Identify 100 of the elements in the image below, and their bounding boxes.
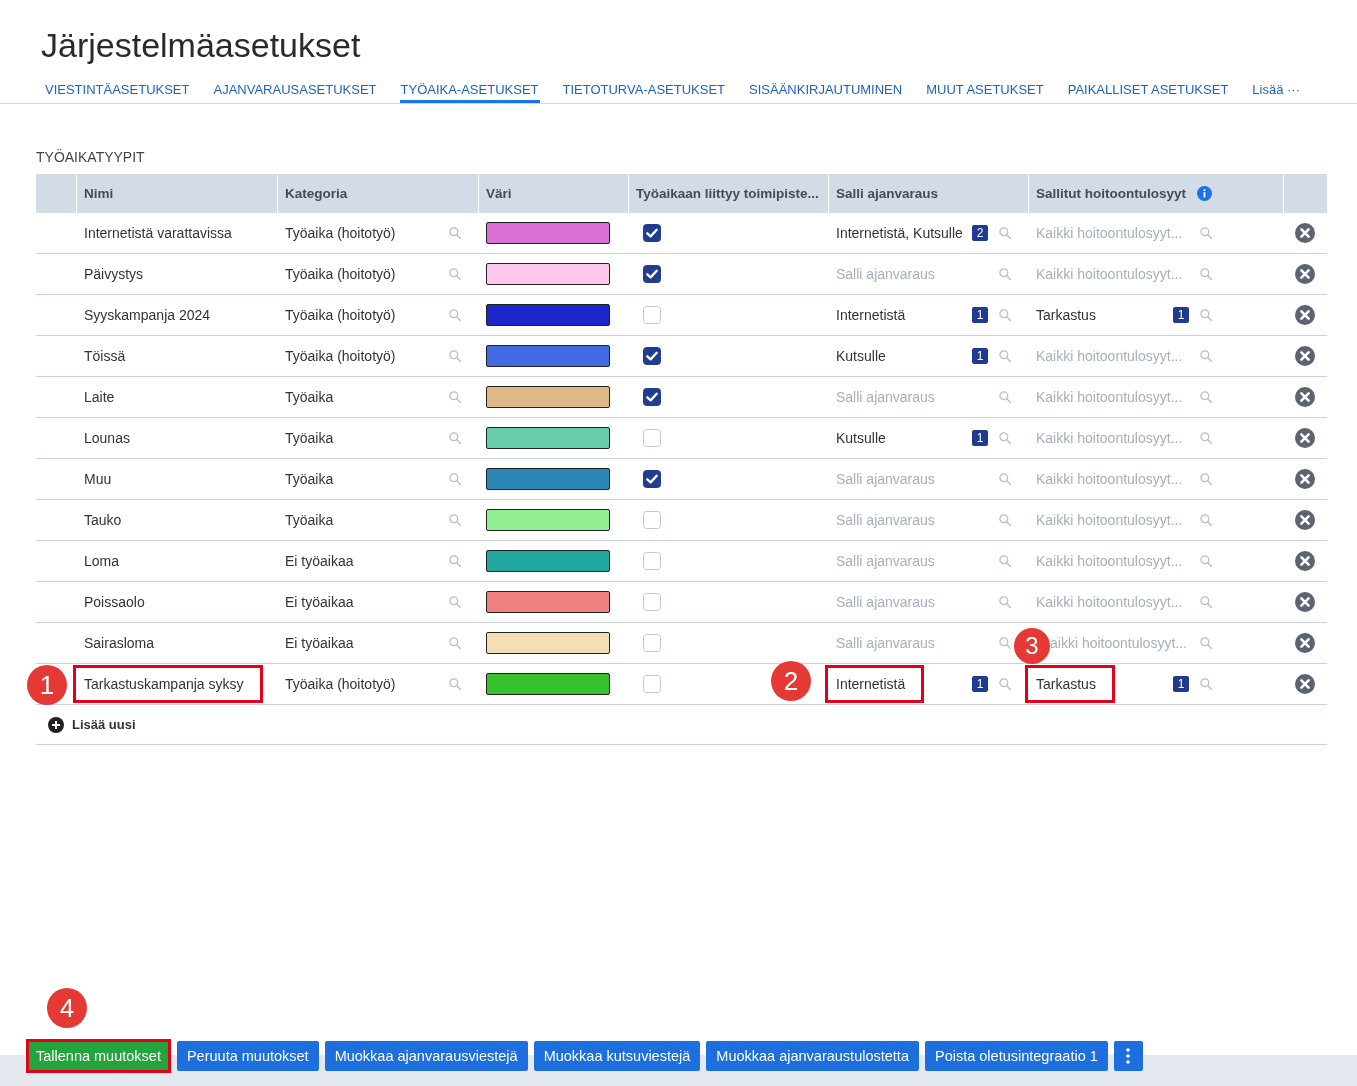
search-icon[interactable]	[999, 473, 1011, 485]
checkbox[interactable]	[643, 388, 661, 406]
more-button[interactable]	[1113, 1041, 1143, 1071]
search-icon[interactable]	[449, 637, 461, 649]
search-icon[interactable]	[1200, 309, 1212, 321]
search-icon[interactable]	[1200, 637, 1212, 649]
category-text: Työaika (hoitotyö)	[285, 225, 396, 241]
column-header: Työaikaan liittyy toimipiste...	[636, 186, 819, 201]
count-badge: 1	[972, 430, 988, 446]
booking-field[interactable]: Internetistä	[825, 665, 925, 703]
name-text: Syyskampanja 2024	[84, 307, 211, 323]
search-icon[interactable]	[449, 227, 461, 239]
step-callout: 3	[1014, 628, 1050, 664]
category-text: Työaika	[285, 471, 334, 487]
count-badge: 1	[1173, 307, 1189, 323]
settings-tab[interactable]: AJANVARAUSASETUKSET	[212, 65, 378, 103]
column-header: Väri	[486, 186, 512, 201]
category-text: Työaika (hoitotyö)	[285, 307, 396, 323]
search-icon[interactable]	[1200, 473, 1212, 485]
remove-icon[interactable]	[1295, 592, 1315, 612]
remove-icon[interactable]	[1295, 305, 1315, 325]
settings-tab[interactable]: SISÄÄNKIRJAUTUMINEN	[748, 65, 904, 103]
search-icon[interactable]	[1200, 432, 1212, 444]
search-icon[interactable]	[449, 391, 461, 403]
search-icon[interactable]	[1200, 678, 1212, 690]
remove-icon[interactable]	[1295, 674, 1315, 694]
checkbox[interactable]	[643, 347, 661, 365]
reason-field[interactable]: Tarkastus	[1036, 307, 1096, 323]
search-icon[interactable]	[999, 432, 1011, 444]
name-text: Internetistä varattavissa	[84, 225, 232, 241]
action-button[interactable]: Peruuta muutokset	[176, 1041, 319, 1071]
name-text: Laite	[84, 389, 115, 405]
action-button[interactable]: Poista oletusintegraatio 1	[924, 1041, 1108, 1071]
checkbox[interactable]	[643, 265, 661, 283]
settings-tab[interactable]: MUUT ASETUKSET	[925, 65, 1045, 103]
settings-tab[interactable]: TIETOTURVA-ASETUKSET	[561, 65, 727, 103]
search-icon[interactable]	[1200, 268, 1212, 280]
booking-field[interactable]: Internetistä, Kutsulle	[836, 225, 963, 241]
category-text: Työaika	[285, 512, 334, 528]
search-icon[interactable]	[999, 514, 1011, 526]
search-icon[interactable]	[999, 637, 1011, 649]
search-icon[interactable]	[449, 268, 461, 280]
checkbox[interactable]	[643, 224, 661, 242]
search-icon[interactable]	[449, 432, 461, 444]
search-icon[interactable]	[449, 555, 461, 567]
reason-field[interactable]: Tarkastus	[1025, 665, 1115, 703]
settings-tab[interactable]: VIESTINTÄASETUKSET	[44, 65, 191, 103]
info-icon[interactable]	[1197, 186, 1212, 201]
booking-field[interactable]: Kutsulle	[836, 430, 886, 446]
search-icon[interactable]	[449, 678, 461, 690]
search-icon[interactable]	[999, 678, 1011, 690]
search-icon[interactable]	[1200, 514, 1212, 526]
search-icon[interactable]	[1200, 555, 1212, 567]
search-icon[interactable]	[999, 391, 1011, 403]
remove-icon[interactable]	[1295, 633, 1315, 653]
booking-field[interactable]: Internetistä	[836, 307, 906, 323]
add-new-button[interactable]: Lisää uusi	[48, 716, 136, 733]
search-icon[interactable]	[1200, 596, 1212, 608]
search-icon[interactable]	[999, 309, 1011, 321]
search-icon[interactable]	[1200, 391, 1212, 403]
name-text: Poissaolo	[84, 594, 145, 610]
search-icon[interactable]	[999, 227, 1011, 239]
action-button[interactable]: Muokkaa ajanvaraustulostetta	[706, 1041, 919, 1071]
settings-tab[interactable]: Lisää ···	[1251, 65, 1301, 103]
search-icon[interactable]	[1200, 350, 1212, 362]
search-icon[interactable]	[999, 268, 1011, 280]
count-badge: 1	[972, 307, 988, 323]
count-badge: 2	[972, 225, 988, 241]
name-text: Töissä	[84, 348, 126, 364]
booking-field[interactable]: Kutsulle	[836, 348, 886, 364]
step-callout: 1	[27, 665, 67, 705]
column-header: Salli ajanvaraus	[836, 186, 939, 201]
search-icon[interactable]	[449, 309, 461, 321]
search-icon[interactable]	[449, 473, 461, 485]
category-text: Työaika	[285, 389, 334, 405]
remove-icon[interactable]	[1295, 346, 1315, 366]
search-icon[interactable]	[449, 350, 461, 362]
search-icon[interactable]	[999, 350, 1011, 362]
search-icon[interactable]	[449, 514, 461, 526]
search-icon[interactable]	[999, 555, 1011, 567]
save-button[interactable]: Tallenna muutokset	[26, 1039, 171, 1073]
column-header: Kategoria	[285, 186, 348, 201]
remove-icon[interactable]	[1295, 551, 1315, 571]
page-title: Järjestelmäasetukset	[41, 25, 361, 65]
remove-icon[interactable]	[1295, 223, 1315, 243]
action-button[interactable]: Muokkaa kutsuviestejä	[533, 1041, 701, 1071]
search-icon[interactable]	[1200, 227, 1212, 239]
search-icon[interactable]	[999, 596, 1011, 608]
remove-icon[interactable]	[1295, 428, 1315, 448]
column-header: Sallitut hoitoontulosyyt	[1036, 186, 1186, 201]
settings-tab[interactable]: TYÖAIKA-ASETUKSET	[399, 65, 540, 103]
remove-icon[interactable]	[1295, 469, 1315, 489]
settings-tab[interactable]: PAIKALLISET ASETUKSET	[1066, 65, 1230, 103]
name-text: Muu	[84, 471, 112, 487]
checkbox[interactable]	[643, 470, 661, 488]
remove-icon[interactable]	[1295, 387, 1315, 407]
remove-icon[interactable]	[1295, 264, 1315, 284]
remove-icon[interactable]	[1295, 510, 1315, 530]
action-button[interactable]: Muokkaa ajanvarausviestejä	[324, 1041, 528, 1071]
search-icon[interactable]	[449, 596, 461, 608]
